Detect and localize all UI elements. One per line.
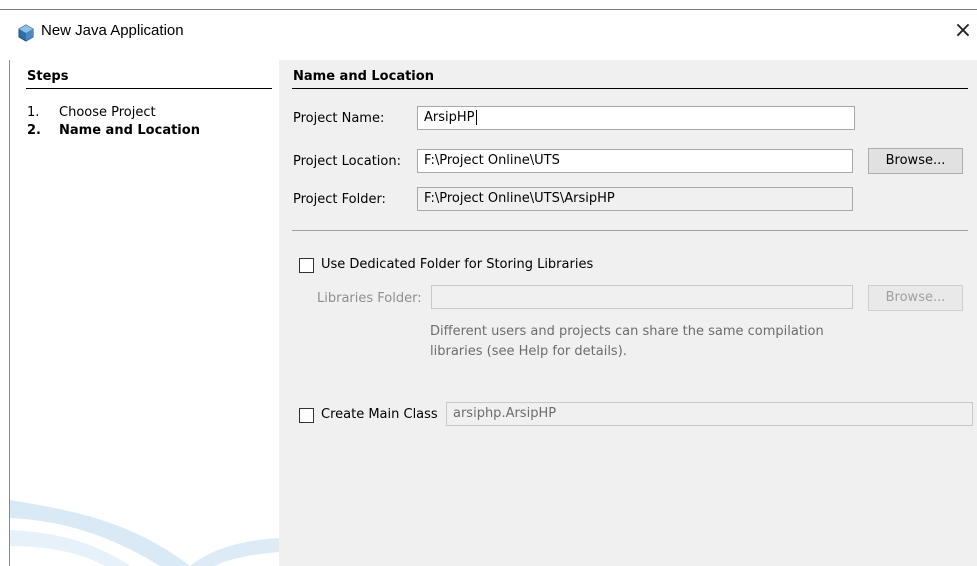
help-line: libraries (see Help for details). xyxy=(430,344,627,359)
step-number: 2. xyxy=(27,123,41,138)
browse-libraries-button[interactable]: Browse... xyxy=(868,285,963,311)
libraries-help-text: Different users and projects can share t… xyxy=(430,322,824,362)
steps-divider xyxy=(26,88,272,89)
close-icon[interactable]: × xyxy=(950,16,976,46)
project-location-input[interactable]: F:\Project Online\UTS xyxy=(417,149,853,173)
step-label: Name and Location xyxy=(59,123,200,138)
name-and-location-panel: Name and Location Project Name: ArsipHP … xyxy=(279,60,977,566)
section-divider xyxy=(292,230,968,231)
step-number: 1. xyxy=(27,105,40,120)
libraries-folder-label: Libraries Folder: xyxy=(317,291,422,306)
decorative-swoosh xyxy=(10,500,280,566)
project-name-value: ArsipHP xyxy=(424,110,475,125)
panel-title: Name and Location xyxy=(293,69,434,84)
browse-location-button[interactable]: Browse... xyxy=(868,148,963,174)
window-title: New Java Application xyxy=(41,22,184,39)
new-java-application-dialog: New Java Application × Steps 1. Choose Pr… xyxy=(0,0,977,566)
main-class-input[interactable]: arsiphp.ArsipHP xyxy=(446,402,973,426)
java-cube-icon xyxy=(18,24,34,42)
steps-heading: Steps xyxy=(27,69,69,84)
step-choose-project: 1. Choose Project xyxy=(27,105,156,120)
panel-title-divider xyxy=(292,88,968,89)
step-label: Choose Project xyxy=(59,105,156,120)
project-folder-field[interactable]: F:\Project Online\UTS\ArsipHP xyxy=(417,187,853,211)
background-window-strip xyxy=(0,0,977,10)
create-main-class-checkbox[interactable] xyxy=(299,408,314,423)
step-name-and-location: 2. Name and Location xyxy=(27,123,200,138)
project-name-label: Project Name: xyxy=(293,111,385,126)
project-location-label: Project Location: xyxy=(293,154,401,169)
help-line: Different users and projects can share t… xyxy=(430,324,824,339)
project-name-input[interactable]: ArsipHP xyxy=(417,106,855,130)
create-main-class-label: Create Main Class xyxy=(321,407,438,422)
project-folder-label: Project Folder: xyxy=(293,192,386,207)
dedicated-folder-label: Use Dedicated Folder for Storing Librari… xyxy=(321,257,594,272)
title-bar: New Java Application × xyxy=(0,0,977,60)
dedicated-folder-checkbox[interactable] xyxy=(299,258,314,273)
libraries-folder-input[interactable] xyxy=(431,285,853,309)
text-cursor xyxy=(475,110,477,125)
steps-panel: Steps 1. Choose Project 2. Name and Locati… xyxy=(9,60,280,566)
